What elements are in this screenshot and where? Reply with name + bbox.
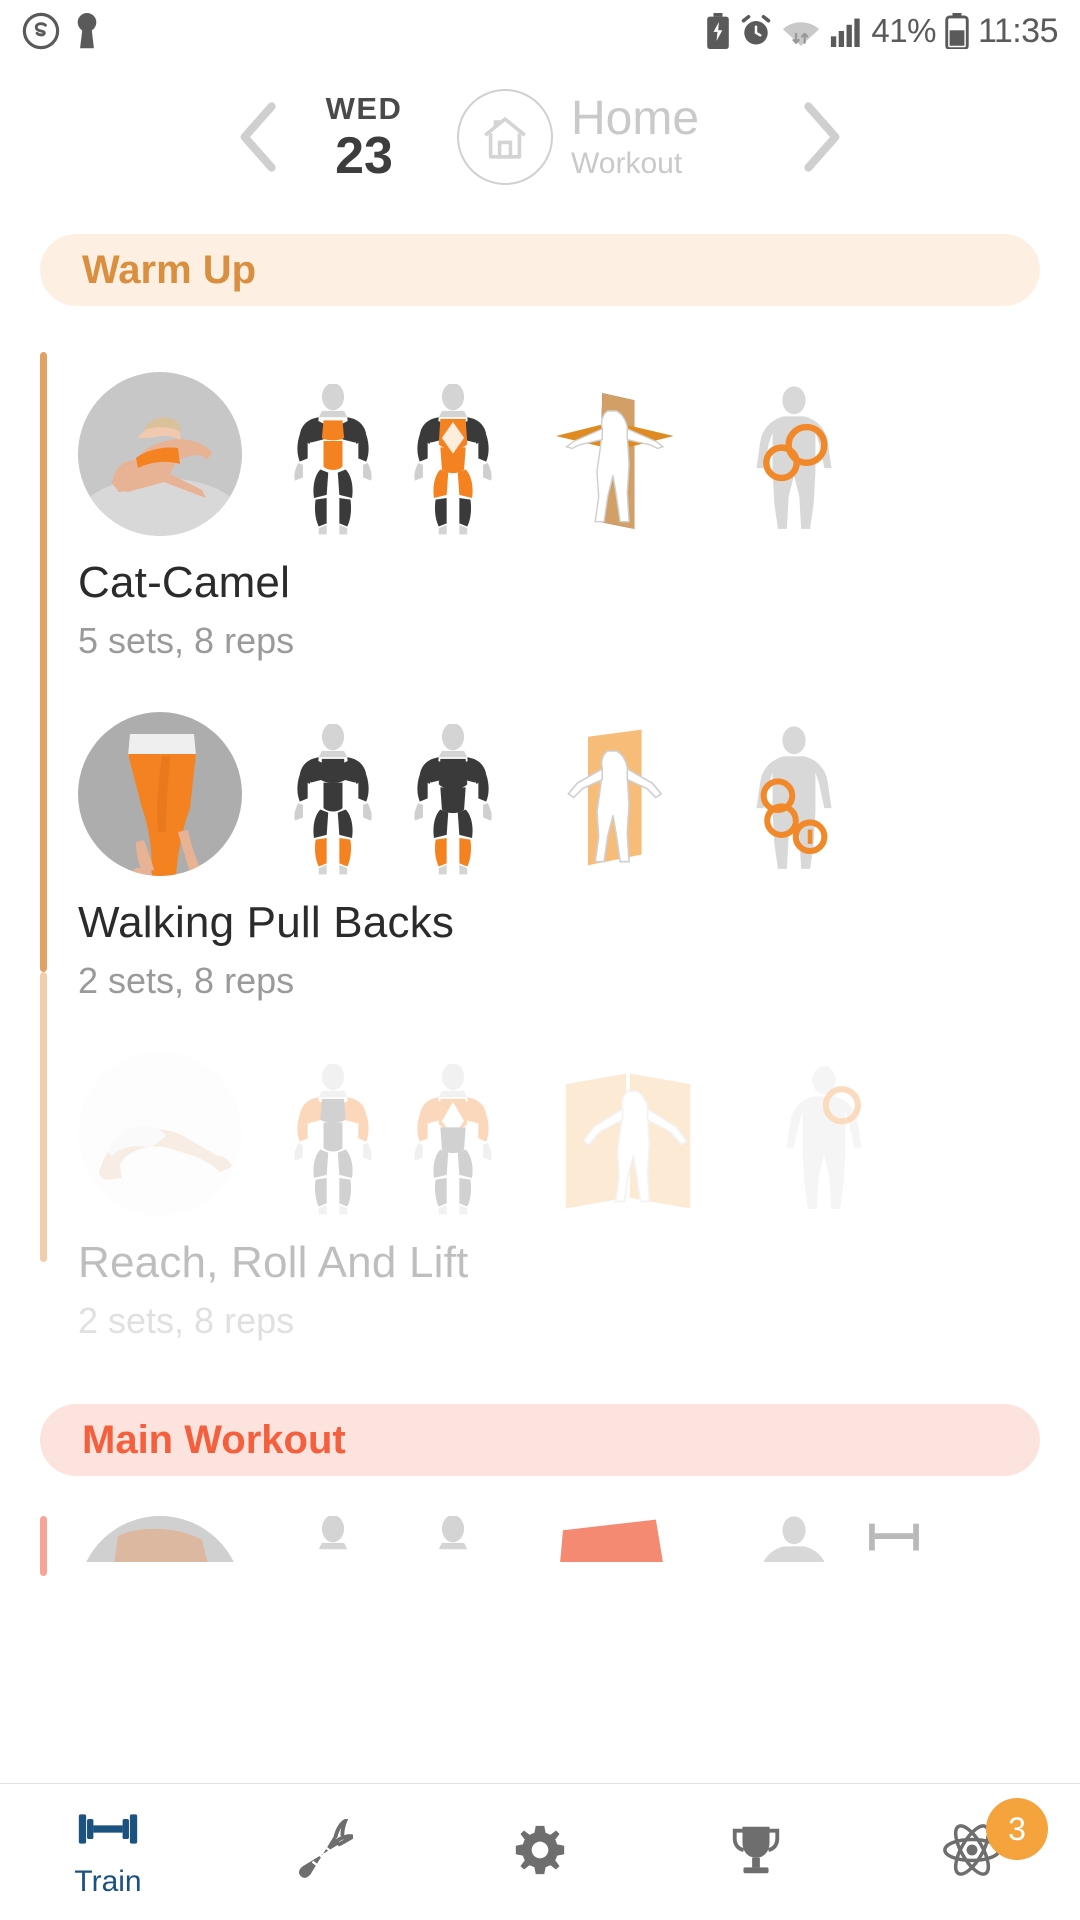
muscle-diagram-back [414,1064,492,1215]
section-accent-bar-faded [40,972,47,1262]
home-icon [457,89,553,185]
exercise-name: Walking Pull Backs [78,898,455,947]
exercise-row-peek[interactable] [40,1516,1080,1562]
movement-plane-icon [548,1066,708,1216]
section-label: Warm Up [82,247,257,292]
nav-item-nutrition[interactable] [216,1784,432,1920]
muscle-diagram-front [294,724,372,875]
section-body-main-workout [0,1516,1080,1576]
gear-icon [511,1821,569,1884]
section-accent-bar [40,352,47,972]
status-bar: 41% 11:35 [0,0,1080,62]
plan-subtitle: Workout [571,147,683,180]
notification-badge: 3 [986,1798,1048,1860]
exercise-icon-strip [78,372,1080,536]
status-bar-right: 41% 11:35 [705,11,1059,51]
previous-day-button[interactable] [229,99,289,175]
date-day-of-week: WED [325,90,403,126]
muscle-diagram-back [414,724,492,875]
keyhole-icon [74,12,100,50]
movement-plane-icon [548,726,678,876]
exercise-thumbnail[interactable] [78,1516,242,1562]
workout-header: WED 23 Home Workout [0,62,1080,212]
muscle-diagram-pair [284,1516,502,1562]
exercise-thumbnail[interactable] [78,1052,242,1216]
nav-label-train: Train [74,1864,142,1898]
exercise-row[interactable]: Walking Pull Backs 2 sets, 8 reps [78,674,1080,1014]
section-body-warm-up: Cat-Camel 5 sets, 8 reps Walking Pull Ba… [0,352,1080,1354]
current-date[interactable]: WED 23 [289,93,439,182]
exercise-detail: 5 sets, 8 reps [78,620,295,661]
exercise-detail: 2 sets, 8 reps [78,960,295,1001]
section-header-main-workout[interactable]: Main Workout [40,1404,1040,1476]
muscle-diagram-pair [284,724,502,876]
movement-plane-icon [548,386,678,536]
battery-icon [945,13,969,49]
plan-title: Home [571,92,700,145]
muscle-diagram-back [438,1516,468,1550]
status-bar-left [22,12,100,50]
joint-markers-icon [734,386,854,536]
joint-markers-icon [734,726,854,876]
muscle-diagram-back [414,384,492,535]
wifi-icon [781,14,821,48]
movement-plane-icon [548,1516,678,1562]
battery-percent-label: 41% [871,12,936,49]
date-day-number: 23 [335,126,393,185]
exercise-detail: 2 sets, 8 reps [78,1300,295,1341]
muscle-diagram-pair [284,1064,502,1216]
exercise-row[interactable]: Cat-Camel 5 sets, 8 reps [78,352,1080,674]
muscle-diagram-front [318,1516,348,1550]
skype-circle-icon [22,12,60,50]
nav-item-train[interactable]: Train [0,1784,216,1920]
workout-plan-name[interactable]: Home Workout [571,95,791,179]
dumbbell-icon [77,1806,139,1857]
trophy-icon [727,1821,785,1884]
section-header-warm-up[interactable]: Warm Up [40,234,1040,306]
nav-item-science[interactable]: 3 [864,1784,1080,1920]
dumbbell-small-icon [869,1523,919,1551]
exercise-row[interactable]: Reach, Roll And Lift 2 sets, 8 reps [78,1014,1080,1354]
battery-saver-icon [705,13,731,49]
signal-bars-icon [830,14,862,48]
bottom-navigation: Train 3 [0,1783,1080,1920]
section-label: Main Workout [82,1417,346,1462]
muscle-diagram-front [294,384,372,535]
joint-markers-icon [764,1066,884,1216]
nav-item-achievements[interactable] [648,1784,864,1920]
muscle-diagram-front [294,1064,372,1215]
muscle-diagram-pair [284,384,502,536]
next-day-button[interactable] [791,99,851,175]
nav-item-settings[interactable] [432,1784,648,1920]
carrot-icon [295,1816,359,1886]
exercise-name: Cat-Camel [78,558,291,607]
joint-markers-icon [734,1516,854,1562]
exercise-thumbnail[interactable] [78,712,242,876]
exercise-name: Reach, Roll And Lift [78,1238,469,1287]
exercise-icon-strip [78,712,1080,876]
clock-label: 11:35 [977,11,1059,50]
exercise-icon-strip [78,1052,1080,1216]
exercise-thumbnail[interactable] [78,372,242,536]
workout-list[interactable]: Warm Up Cat-Camel 5 sets, 8 reps Walking… [0,212,1080,1783]
alarm-clock-icon [740,14,772,48]
